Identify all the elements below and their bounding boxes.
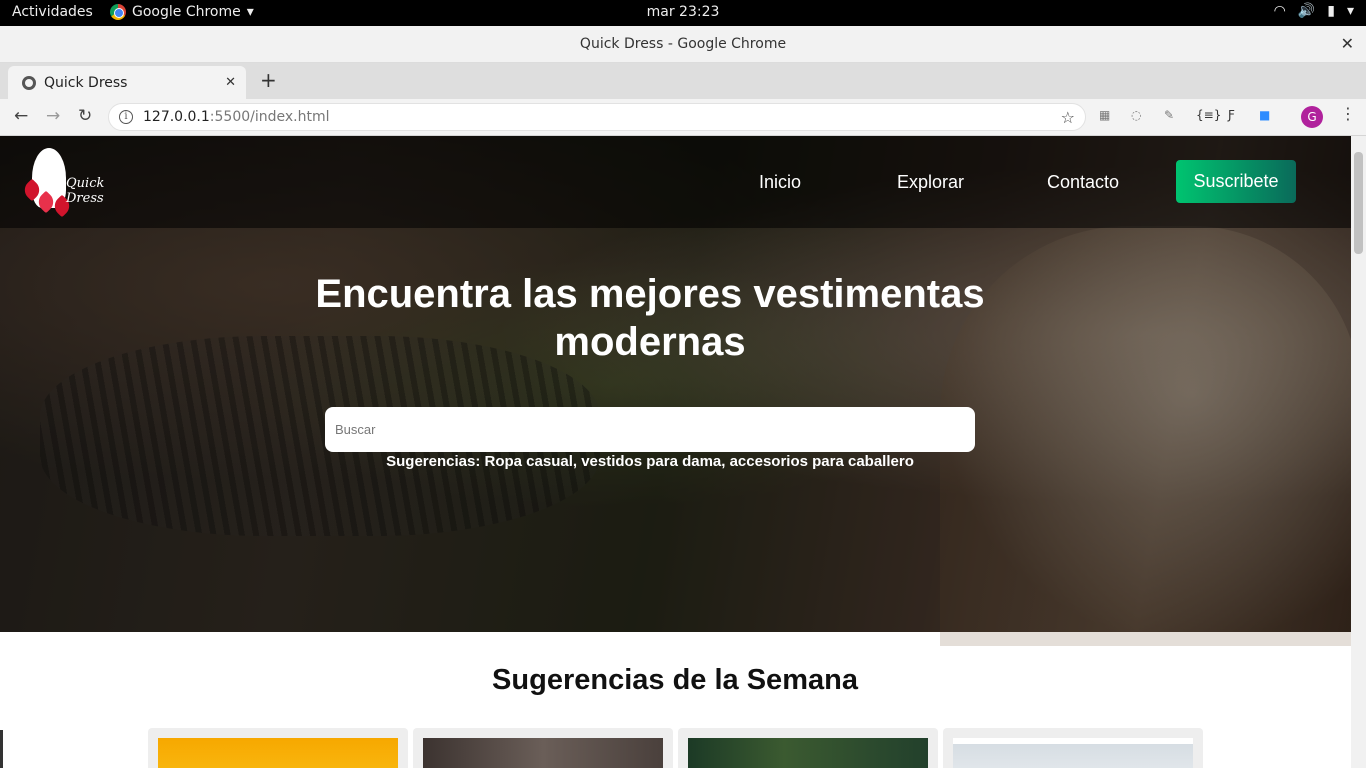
wifi-icon: ◠ <box>1273 3 1286 19</box>
profile-avatar[interactable]: G <box>1301 106 1323 128</box>
extension-zoom-icon[interactable]: ■ <box>1259 108 1270 122</box>
system-top-bar: Actividades Google Chrome ▾ mar 23:23 ◠ … <box>0 0 1366 26</box>
hero-title-line: modernas <box>554 320 746 364</box>
back-button[interactable]: ← <box>14 106 28 126</box>
globe-icon <box>22 75 36 90</box>
tab-quick-dress[interactable]: Quick Dress ✕ <box>8 66 246 99</box>
browser-toolbar: ← → ↻ i 127.0.0.1:5500/index.html ☆ ▦ ◌ … <box>0 99 1366 136</box>
system-tray[interactable]: ◠ 🔊 ▮ ▾ <box>1274 3 1354 19</box>
chevron-down-icon: ▾ <box>1346 3 1354 19</box>
window-close-icon[interactable]: ✕ <box>1341 34 1354 53</box>
battery-icon: ▮ <box>1327 3 1335 19</box>
extension-eyedropper-icon[interactable]: ✎ <box>1164 108 1174 122</box>
activities-button[interactable]: Actividades <box>12 4 93 20</box>
tab-strip: Quick Dress ✕ <box>0 63 1366 99</box>
search-suggestions: Sugerencias: Ropa casual, vestidos para … <box>386 453 914 470</box>
window-title: Quick Dress - Google Chrome <box>579 36 787 52</box>
scrollbar-thumb[interactable] <box>1354 152 1363 254</box>
product-card[interactable] <box>943 728 1203 768</box>
nav-link-contacto[interactable]: Contacto <box>1047 172 1119 193</box>
hero-banner: Quick Dress Inicio Explorar Contacto Sus… <box>0 136 1351 646</box>
logo-brand-text: Quick Dress <box>66 176 105 206</box>
address-bar[interactable]: i 127.0.0.1:5500/index.html ☆ <box>108 103 1086 131</box>
bookmark-star-icon[interactable]: ☆ <box>1061 108 1075 127</box>
forward-button[interactable]: → <box>46 106 60 126</box>
extension-font-icon[interactable]: Ƒ <box>1228 108 1235 122</box>
window-title-bar: Quick Dress - Google Chrome ✕ <box>0 26 1366 63</box>
product-image <box>158 738 398 768</box>
product-image <box>423 738 663 768</box>
hero-title: Encuentra las mejores vestimentas modern… <box>0 270 1300 366</box>
chevron-down-icon: ▾ <box>246 4 254 20</box>
site-navbar: Quick Dress Inicio Explorar Contacto Sus… <box>0 136 1351 228</box>
search-input[interactable] <box>325 407 975 452</box>
extension-circle-icon[interactable]: ◌ <box>1131 108 1141 122</box>
product-card[interactable] <box>678 728 938 768</box>
new-tab-button[interactable]: + <box>260 68 277 92</box>
reload-button[interactable]: ↻ <box>78 106 92 126</box>
extension-grid-icon[interactable]: ▦ <box>1099 108 1110 122</box>
close-tab-icon[interactable]: ✕ <box>225 75 236 90</box>
chrome-menu-icon[interactable]: ⋮ <box>1340 104 1356 123</box>
hero-title-line: Encuentra las mejores vestimentas <box>315 272 985 316</box>
nav-link-explorar[interactable]: Explorar <box>897 172 964 193</box>
chrome-icon <box>110 4 126 20</box>
side-dock-edge <box>0 730 3 768</box>
product-image <box>953 738 1193 768</box>
product-card[interactable] <box>413 728 673 768</box>
section-title: Sugerencias de la Semana <box>492 664 858 696</box>
page-viewport: Quick Dress Inicio Explorar Contacto Sus… <box>0 136 1351 768</box>
product-card[interactable] <box>148 728 408 768</box>
page-scrollbar[interactable] <box>1351 136 1366 768</box>
tab-label: Quick Dress <box>44 74 128 91</box>
url-host: 127.0.0.1 <box>143 109 210 125</box>
volume-icon: 🔊 <box>1297 3 1316 19</box>
url-path: :5500/index.html <box>209 109 330 125</box>
nav-link-inicio[interactable]: Inicio <box>759 172 801 193</box>
site-logo[interactable]: Quick Dress <box>18 144 138 220</box>
app-menu[interactable]: Google Chrome ▾ <box>110 4 254 20</box>
product-image <box>688 738 928 768</box>
extension-json-icon[interactable]: {≡} <box>1196 108 1221 122</box>
app-menu-label: Google Chrome <box>132 4 241 20</box>
site-info-icon[interactable]: i <box>119 110 133 124</box>
subscribe-button[interactable]: Suscribete <box>1176 160 1296 203</box>
